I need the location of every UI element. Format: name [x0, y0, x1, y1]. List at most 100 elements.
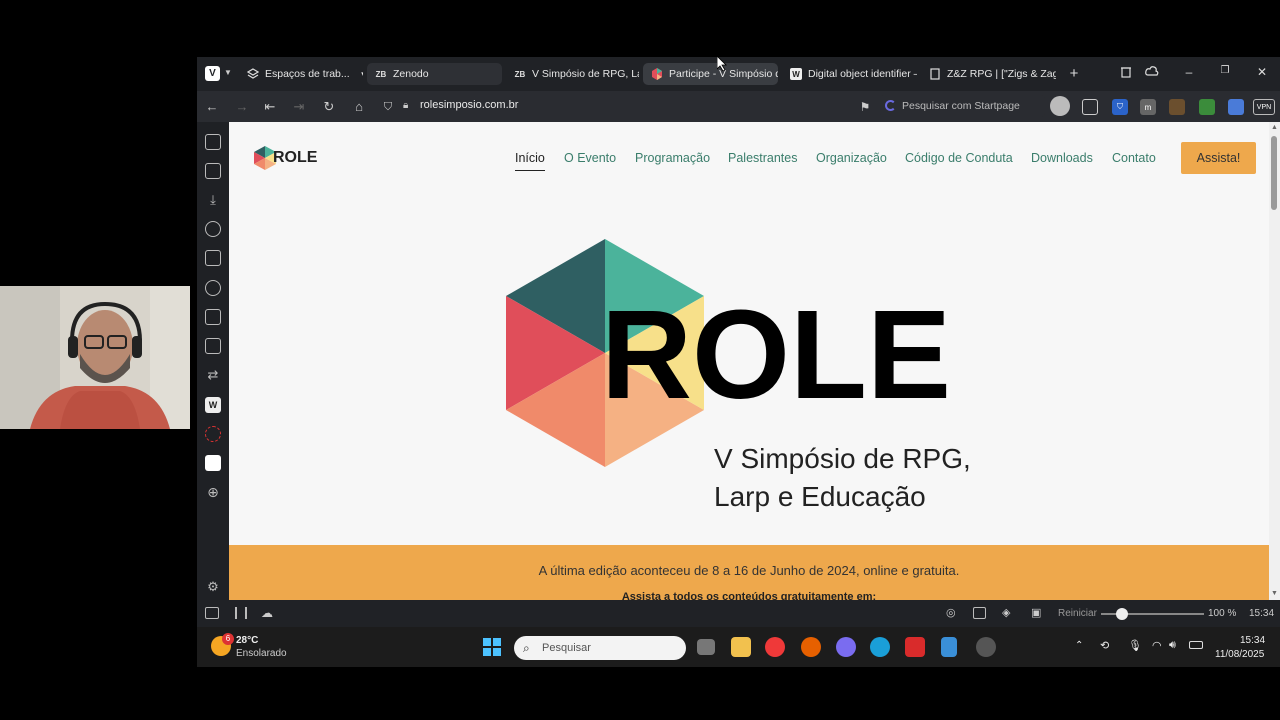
- nav-downloads[interactable]: Downloads: [1031, 151, 1093, 165]
- restore-icon[interactable]: ❐: [1216, 65, 1234, 76]
- rewind-icon[interactable]: ⇤: [261, 98, 279, 116]
- reset-zoom-button[interactable]: Reiniciar: [1058, 608, 1097, 619]
- new-tab-icon[interactable]: +: [1065, 65, 1083, 82]
- clock-time[interactable]: 15:34: [1240, 635, 1265, 646]
- nav-organizacao[interactable]: Organização: [816, 151, 887, 165]
- trash-icon[interactable]: [1117, 65, 1135, 81]
- extension-icon[interactable]: [1169, 99, 1185, 115]
- battery-icon[interactable]: [1189, 641, 1203, 649]
- wikipedia-panel-icon[interactable]: W: [205, 397, 221, 413]
- cloud-icon[interactable]: ☁: [261, 606, 273, 620]
- tab-participe[interactable]: Participe - V Simpósio de: [643, 63, 778, 85]
- copilot-icon[interactable]: [836, 637, 856, 657]
- history-icon[interactable]: [205, 221, 221, 237]
- mastodon-icon[interactable]: m: [1140, 99, 1156, 115]
- notepad-icon[interactable]: [941, 637, 957, 657]
- profile-avatar[interactable]: [1050, 96, 1070, 116]
- vivaldi-taskbar-icon[interactable]: [765, 637, 785, 657]
- tab-simposio-zenodo[interactable]: ZB V Simpósio de RPG, Larp e: [506, 63, 639, 85]
- vivaldi-menu-icon[interactable]: V: [205, 66, 220, 81]
- calendar-icon[interactable]: [1082, 99, 1098, 115]
- bookmark-icon[interactable]: ⚑: [856, 98, 874, 116]
- tasks-icon[interactable]: [205, 338, 221, 354]
- hero-title: ROLE: [601, 284, 952, 425]
- capture-icon[interactable]: ◎: [946, 606, 956, 619]
- fast-forward-icon[interactable]: ⇥: [290, 98, 308, 116]
- cloud-sync-icon[interactable]: [1143, 65, 1161, 80]
- shield-icon[interactable]: ⛉: [379, 98, 397, 116]
- add-panel-icon[interactable]: ⊕: [205, 485, 221, 501]
- settings-gear-icon[interactable]: ⚙: [205, 579, 221, 595]
- assista-button[interactable]: Assista!: [1181, 142, 1256, 174]
- forward-icon[interactable]: →: [233, 98, 251, 116]
- zoom-slider[interactable]: [1101, 608, 1204, 620]
- nav-programacao[interactable]: Programação: [635, 151, 710, 165]
- flickr-icon[interactable]: [205, 455, 221, 471]
- tab-label: Digital object identifier – W: [808, 68, 917, 80]
- nav-contato[interactable]: Contato: [1112, 151, 1156, 165]
- tab-label: V Simpósio de RPG, Larp e: [532, 68, 639, 80]
- microphone-icon[interactable]: 🎙︎: [1128, 639, 1142, 652]
- downloads-icon[interactable]: ⤓: [205, 192, 221, 208]
- tab-zenodo[interactable]: ZB Zenodo: [367, 63, 502, 85]
- wifi-icon[interactable]: ◠: [1152, 639, 1162, 652]
- tiling-icon[interactable]: [973, 607, 986, 619]
- search-placeholder: Pesquisar com Startpage: [902, 100, 1020, 112]
- reload-icon[interactable]: ↻: [320, 98, 338, 116]
- mouse-cursor-icon: [717, 56, 727, 71]
- home-icon[interactable]: ⌂: [350, 98, 368, 116]
- tray-chevron-up-icon[interactable]: ⌃: [1075, 640, 1083, 651]
- sync-tray-icon[interactable]: ⟲: [1100, 639, 1109, 652]
- task-view-icon[interactable]: [697, 639, 715, 655]
- minimize-icon[interactable]: –: [1180, 65, 1198, 79]
- firefox-icon[interactable]: [801, 637, 821, 657]
- url-field[interactable]: rolesimposio.com.br: [420, 99, 518, 111]
- weather-temp: 28°C: [236, 635, 259, 646]
- bookmarks-panel-icon[interactable]: [205, 134, 221, 150]
- tab-workspaces[interactable]: Espaços de trab... ▼: [239, 63, 363, 85]
- translate-icon[interactable]: [205, 309, 221, 325]
- volume-icon[interactable]: 🔊︎: [1169, 639, 1176, 652]
- extension-puzzle-icon[interactable]: [1199, 99, 1215, 115]
- edge-icon[interactable]: [870, 637, 890, 657]
- sync-icon[interactable]: ⇄: [205, 367, 221, 383]
- notes-panel-icon[interactable]: [205, 250, 221, 266]
- nav-o-evento[interactable]: O Evento: [564, 151, 616, 165]
- tile-tabs-icon[interactable]: [235, 607, 247, 619]
- banner-subtext: Assista a todos os conteúdos gratuitamen…: [621, 591, 877, 600]
- hero-subtitle-line1: V Simpósio de RPG,: [714, 443, 971, 474]
- reading-list-icon[interactable]: [205, 163, 221, 179]
- mail-icon[interactable]: [205, 280, 221, 296]
- tab-doi-wikipedia[interactable]: W Digital object identifier – W: [782, 63, 917, 85]
- page-scrollbar[interactable]: ▲ ▼: [1269, 122, 1280, 600]
- search-input[interactable]: Pesquisar com Startpage: [880, 95, 1045, 117]
- web-panel-icon[interactable]: [205, 426, 221, 442]
- obs-icon[interactable]: [976, 637, 996, 657]
- images-toggle-icon[interactable]: ▣: [1031, 606, 1041, 619]
- chevron-down-icon[interactable]: ▼: [224, 68, 232, 77]
- page-actions-icon[interactable]: ◈: [1002, 606, 1010, 619]
- zoom-slider-thumb[interactable]: [1116, 608, 1128, 620]
- windows-start-icon[interactable]: [483, 638, 501, 656]
- side-panel: ⤓ ⇄ W ⊕ ⚙: [197, 122, 229, 600]
- panel-toggle-icon[interactable]: [205, 607, 219, 619]
- scroll-up-icon[interactable]: ▲: [1271, 124, 1278, 131]
- nav-palestrantes[interactable]: Palestrantes: [728, 151, 797, 165]
- wps-office-icon[interactable]: [905, 637, 925, 657]
- scroll-down-icon[interactable]: ▼: [1271, 590, 1278, 597]
- nav-inicio[interactable]: Início: [515, 151, 545, 171]
- clock-date[interactable]: 11/08/2025: [1215, 649, 1264, 660]
- file-explorer-icon[interactable]: [731, 637, 751, 657]
- close-icon[interactable]: ✕: [1253, 65, 1271, 79]
- back-icon[interactable]: ←: [203, 98, 221, 116]
- notes-icon[interactable]: [1228, 99, 1244, 115]
- tab-zz-rpg[interactable]: Z&Z RPG | ["Zigs & Zags"]: [921, 63, 1056, 85]
- page-icon: [929, 68, 941, 80]
- scrollbar-thumb[interactable]: [1271, 136, 1277, 210]
- vpn-icon[interactable]: VPN: [1253, 99, 1275, 115]
- site-logo[interactable]: ROLE: [253, 145, 317, 171]
- wikipedia-icon: W: [790, 68, 802, 80]
- nav-codigo-de-conduta[interactable]: Código de Conduta: [905, 151, 1013, 165]
- taskbar-search-input[interactable]: ⌕ Pesquisar: [514, 636, 686, 660]
- bitwarden-icon[interactable]: ⛉: [1112, 99, 1128, 115]
